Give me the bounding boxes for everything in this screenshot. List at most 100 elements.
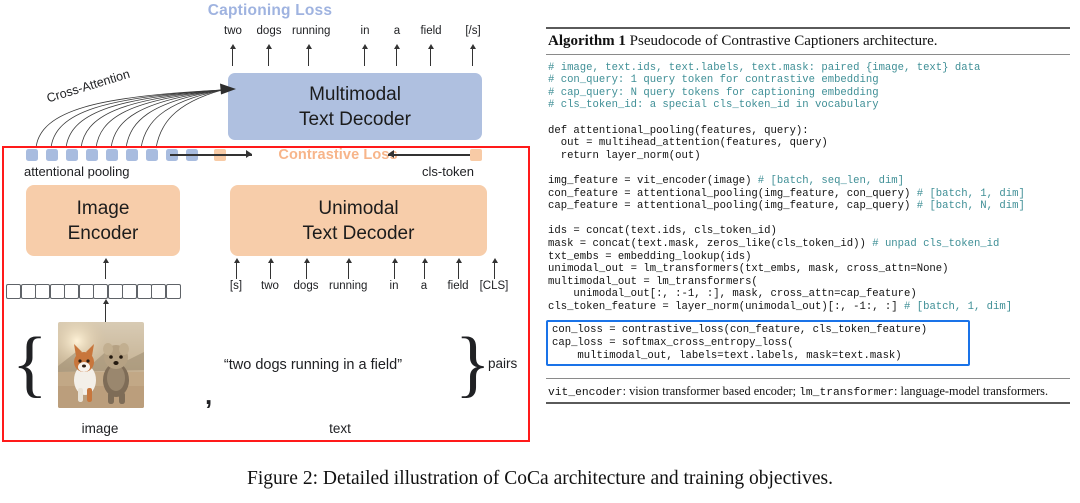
up-arrow-icon — [468, 44, 477, 66]
up-arrow-icon — [390, 258, 399, 279]
image-patch-square — [49, 284, 65, 299]
comma-separator: , — [205, 380, 213, 410]
algorithm-title-text: Pseudocode of Contrastive Captioners arc… — [625, 32, 938, 49]
up-arrow-icon — [101, 299, 110, 322]
right-brace: } — [455, 323, 491, 405]
input-token: two — [261, 280, 279, 292]
code-line: txt_embs = embedding_lookup(ids) — [548, 250, 752, 263]
input-token: field — [447, 280, 469, 292]
up-arrow-icon — [304, 44, 313, 66]
image-patch-square — [20, 284, 36, 299]
footnote-text: : vision transformer based encoder; — [622, 384, 800, 399]
code-line: unimodal_out[:, :-1, :], mask, cross_att… — [548, 288, 917, 301]
footnote-mono-term: vit_encoder — [548, 387, 623, 400]
pooled-token-square — [66, 149, 78, 161]
image-patch-square — [165, 284, 181, 299]
output-token-row: two dogs running in a field [/s] — [222, 25, 492, 41]
image-patch-square — [122, 284, 137, 299]
input-token-row: [s] two dogs running in a field [CLS] — [216, 280, 508, 296]
up-arrow-icon — [420, 258, 429, 279]
code-line: out = multihead_attention(features, quer… — [548, 137, 828, 150]
code-line: multimodal_out = lm_transformers( — [548, 275, 758, 288]
input-token: a — [420, 280, 428, 292]
code-line: return layer_norm(out) — [548, 149, 701, 162]
contrastive-arrow-right — [388, 150, 472, 159]
loss-code-line: multimodal_out, labels=text.labels, mask… — [552, 349, 902, 362]
code-line: cls_token_feature = layer_norm(unimodal_… — [548, 300, 1013, 313]
loss-computation-box: con_loss = contrastive_loss(con_feature,… — [546, 320, 970, 367]
figure-caption: Figure 2: Detailed illustration of CoCa … — [247, 468, 833, 489]
image-patch-square — [64, 284, 79, 299]
image-label: image — [81, 421, 119, 436]
coca-architecture-figure: Captioning Loss two dogs running in a field [/… — [0, 0, 540, 503]
image-patch-square — [6, 284, 21, 299]
up-arrow-icon — [454, 258, 463, 279]
loss-code-line: con_loss = contrastive_loss(con_feature,… — [552, 324, 928, 337]
up-arrow-icon — [360, 44, 369, 66]
code-line: cap_feature = attentional_pooling(img_fe… — [548, 200, 1025, 213]
output-token: dogs — [256, 25, 282, 37]
algorithm-title: Algorithm 1 Pseudocode of Contrastive Ca… — [546, 29, 1070, 54]
image-patch-square — [151, 284, 166, 299]
unimodal-text-decoder-box: Unimodal Text Decoder — [230, 185, 487, 256]
output-arrow-row — [222, 44, 492, 70]
unimodal-decoder-line1: Unimodal — [318, 197, 399, 219]
dog-photo-thumbnail — [58, 322, 144, 408]
image-encoder-line2: Encoder — [67, 222, 139, 244]
algorithm-footnote: vit_encoder: vision transformer based en… — [546, 379, 1070, 402]
up-arrow-icon — [264, 44, 273, 66]
code-line: # image, text.ids, text.labels, text.mas… — [548, 61, 981, 74]
image-patch-square — [93, 284, 108, 299]
code-line: # con_query: 1 query token for contrasti… — [548, 74, 879, 87]
up-arrow-icon — [392, 44, 401, 66]
image-encoder-line1: Image — [76, 197, 130, 219]
up-arrow-icon — [101, 258, 110, 279]
pooled-token-square — [46, 149, 58, 161]
input-token: [CLS] — [479, 280, 509, 292]
up-arrow-icon — [344, 258, 353, 279]
code-line: # cap_query: N query tokens for captioni… — [548, 86, 879, 99]
pooled-token-square — [86, 149, 98, 161]
left-brace: { — [12, 323, 48, 405]
code-line: def attentional_pooling(features, query)… — [548, 124, 809, 137]
up-arrow-icon — [302, 258, 311, 279]
image-patch-square — [35, 284, 50, 299]
input-token: [s] — [229, 280, 243, 292]
output-token: a — [393, 25, 401, 37]
attentional-pooling-label: attentional pooling — [24, 164, 130, 179]
input-token: running — [329, 280, 368, 292]
contrastive-arrow-left — [170, 150, 252, 159]
unimodal-decoder-line2: Text Decoder — [302, 222, 415, 244]
up-arrow-icon — [266, 258, 275, 279]
code-line: img_feature = vit_encoder(image) # [batc… — [548, 174, 905, 187]
algorithm-bottom-rule — [546, 402, 1070, 404]
pooled-token-square — [146, 149, 158, 161]
image-patch-square — [136, 284, 152, 299]
code-line: mask = concat(text.mask, zeros_like(cls_… — [548, 237, 1000, 250]
pairs-label: pairs — [488, 356, 518, 371]
output-token: two — [224, 25, 242, 37]
code-line: unimodal_out = lm_transformers(txt_embs,… — [548, 263, 949, 276]
up-arrow-icon — [426, 44, 435, 66]
output-token: in — [360, 25, 370, 37]
cls-token-label: cls-token — [422, 164, 475, 179]
pooled-token-square — [126, 149, 138, 161]
algorithm-panel: Algorithm 1 Pseudocode of Contrastive Ca… — [546, 27, 1070, 404]
output-token: field — [420, 25, 442, 37]
loss-code-line: cap_loss = softmax_cross_entropy_loss( — [552, 337, 794, 350]
pooled-token-square — [26, 149, 38, 161]
pooled-token-square — [106, 149, 118, 161]
input-token: dogs — [293, 280, 319, 292]
image-patch-square — [78, 284, 94, 299]
text-label: text — [329, 421, 351, 436]
code-line: ids = concat(text.ids, cls_token_id) — [548, 225, 777, 238]
algorithm-code-block: # image, text.ids, text.labels, text.mas… — [546, 55, 1070, 319]
multimodal-text-decoder-box: Multimodal Text Decoder — [228, 73, 482, 140]
cls-token-square — [470, 149, 482, 161]
image-encoder-box: Image Encoder — [26, 185, 180, 256]
up-arrow-icon — [232, 258, 241, 279]
code-line: # cls_token_id: a special cls_token_id i… — [548, 99, 879, 112]
multimodal-decoder-line2: Text Decoder — [299, 108, 411, 130]
